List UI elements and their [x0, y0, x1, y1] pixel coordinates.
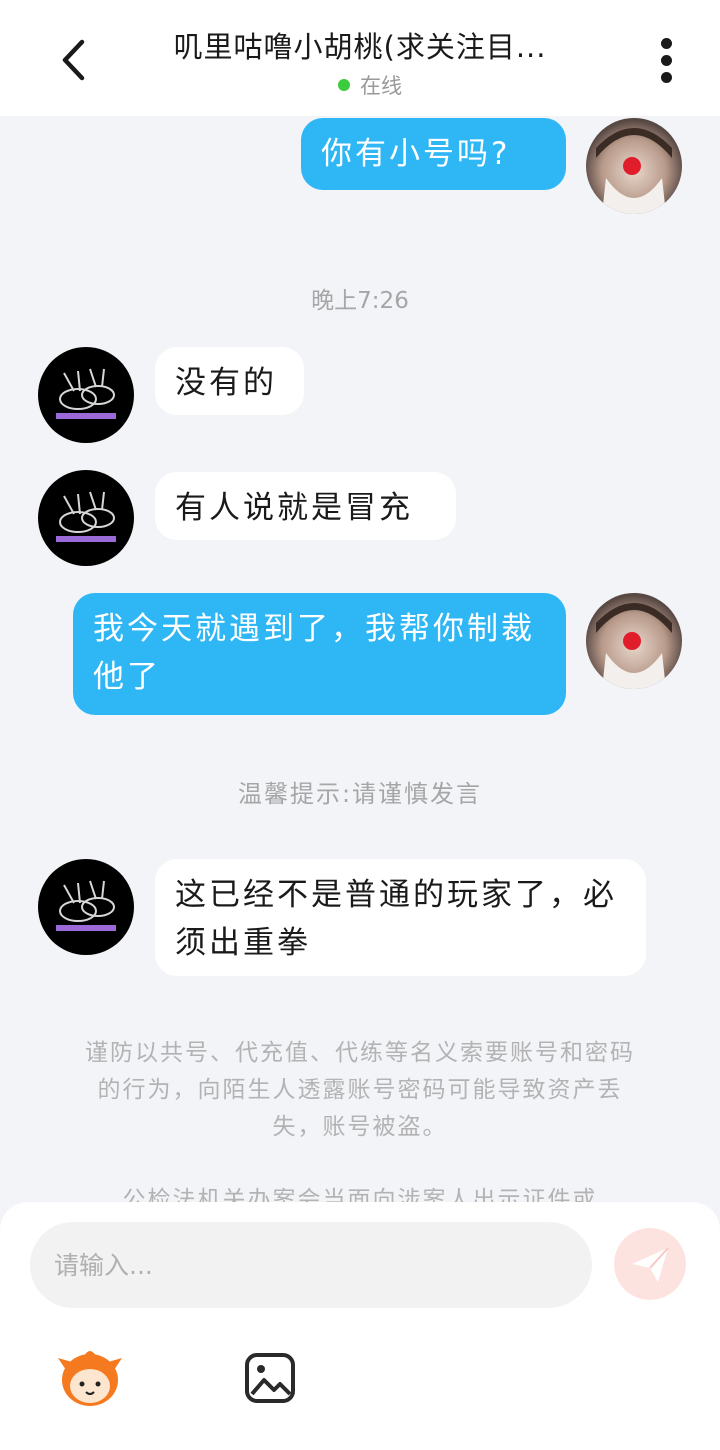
- message-bubble-other[interactable]: 有人说就是冒充: [155, 472, 456, 540]
- timestamp: 晚上7:26: [311, 288, 409, 314]
- rabbit-avatar-image: [56, 880, 116, 931]
- send-icon: [632, 1247, 669, 1282]
- other-avatar[interactable]: [38, 859, 134, 955]
- message-bubble-self[interactable]: 我今天就遇到了，我帮你制裁他了: [73, 593, 566, 715]
- rabbit-avatar-image: [56, 368, 116, 419]
- message-bubble-self[interactable]: 你有小号吗?: [301, 118, 566, 190]
- image-icon: [245, 1353, 295, 1403]
- online-status: 在线: [300, 70, 440, 100]
- message-bubble-other[interactable]: 没有的: [155, 347, 304, 415]
- online-status-label: 在线: [360, 74, 402, 98]
- online-dot-icon: [338, 79, 350, 91]
- fraud-warning: 谨防以共号、代充值、代练等名义索要账号和密码的行为，向陌生人透露账号密码可能导致…: [85, 1040, 635, 1140]
- chat-screen: 叽里咕噜小胡桃(求关注目... 在线 你有小号吗? 晚上7:26 没有的 有人说…: [0, 0, 720, 1450]
- rabbit-avatar-image: [56, 491, 116, 542]
- back-button[interactable]: [52, 34, 100, 86]
- composer-bar: [0, 1202, 720, 1450]
- chat-title[interactable]: 叽里咕噜小胡桃(求关注目...: [130, 24, 590, 66]
- self-avatar[interactable]: [586, 118, 682, 214]
- self-avatar[interactable]: [586, 593, 682, 689]
- self-avatar-image: [596, 128, 672, 214]
- send-button[interactable]: [614, 1228, 686, 1300]
- fraud-warning-continued: 公检法机关办案会当面向涉案人出示证件或: [122, 1187, 598, 1202]
- safety-tip: 温馨提示:请谨慎发言: [237, 780, 483, 808]
- chat-header: 叽里咕噜小胡桃(求关注目... 在线: [0, 0, 720, 116]
- emoji-button[interactable]: [54, 1342, 126, 1414]
- self-avatar-image: [596, 603, 672, 689]
- other-avatar[interactable]: [38, 347, 134, 443]
- image-button[interactable]: [244, 1352, 296, 1404]
- message-input[interactable]: [30, 1222, 592, 1308]
- more-options-button[interactable]: [652, 36, 682, 86]
- message-bubble-other[interactable]: 这已经不是普通的玩家了，必须出重拳: [155, 859, 646, 976]
- emoji-mascot-icon: [58, 1351, 122, 1406]
- other-avatar[interactable]: [38, 470, 134, 566]
- chevron-left-icon: [62, 39, 85, 81]
